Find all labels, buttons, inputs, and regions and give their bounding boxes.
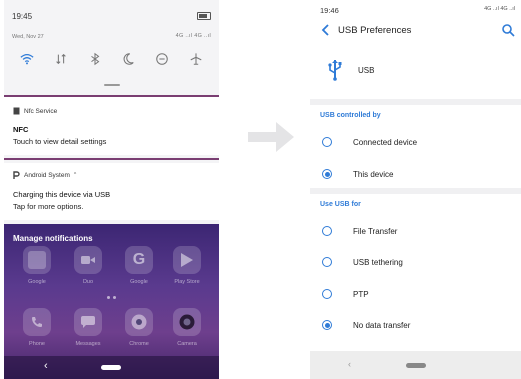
nfc-notification[interactable]: Nfc Service NFC Touch to view detail set… <box>4 97 219 155</box>
navigation-bar: ‹ <box>310 351 521 379</box>
section-header-use: Use USB for <box>320 201 361 208</box>
usb-label: USB <box>358 66 375 75</box>
divider <box>310 188 521 194</box>
notification-app-row: Android System ^ <box>13 171 76 179</box>
play-store-icon <box>173 246 201 274</box>
sim-icon <box>13 107 20 115</box>
android-system-icon <box>13 171 20 179</box>
radio-button[interactable] <box>322 289 332 299</box>
back-button[interactable]: ‹ <box>348 359 351 369</box>
status-time: 19:46 <box>320 6 339 15</box>
search-icon[interactable] <box>501 23 515 37</box>
radio-button-selected[interactable] <box>322 320 332 330</box>
right-phone-screen: 19:46 4G ..ıl 4G ..ıl USB Preferences US… <box>310 0 521 379</box>
app-label: Play Store <box>174 279 200 285</box>
option-label: File Transfer <box>353 226 398 236</box>
expand-icon[interactable]: ^ <box>74 172 76 178</box>
signal-indicator: 4G ..ıl 4G ..ıl <box>484 6 515 12</box>
back-arrow-icon[interactable] <box>320 23 332 37</box>
app-phone[interactable]: Phone <box>18 308 56 347</box>
home-pill[interactable] <box>101 365 121 370</box>
signal-indicator: 4G ..ıl 4G ..ıl <box>175 33 211 39</box>
app-camera[interactable]: Camera <box>168 308 206 347</box>
page-title: USB Preferences <box>338 25 412 36</box>
google-icon: G <box>125 246 153 274</box>
status-time: 19:45 <box>12 12 33 21</box>
transition-arrow-icon <box>248 122 294 152</box>
dnd-icon[interactable] <box>155 52 169 66</box>
option-label: Connected device <box>353 137 418 147</box>
camera-icon <box>173 308 201 336</box>
chrome-icon <box>125 308 153 336</box>
option-label: PTP <box>353 289 369 299</box>
drag-handle[interactable] <box>104 84 120 86</box>
wifi-icon[interactable] <box>20 52 34 66</box>
option-connected-device[interactable]: Connected device <box>310 130 521 154</box>
radio-button[interactable] <box>322 257 332 267</box>
divider <box>310 99 521 105</box>
option-ptp[interactable]: PTP <box>310 282 521 306</box>
notification-title: Charging this device via USB <box>13 190 111 199</box>
back-button[interactable]: ‹ <box>44 360 48 372</box>
app-duo[interactable]: Duo <box>69 246 107 285</box>
radio-button[interactable] <box>322 137 332 147</box>
notification-text: Touch to view detail settings <box>13 137 107 146</box>
quick-settings-row <box>10 48 213 70</box>
option-label: USB tethering <box>353 257 403 267</box>
option-no-data-transfer[interactable]: No data transfer <box>310 313 521 337</box>
usb-charging-notification[interactable]: Android System ^ Charging this device vi… <box>4 163 219 220</box>
app-label: Camera <box>177 341 197 347</box>
battery-icon <box>197 12 211 20</box>
app-messages[interactable]: Messages <box>69 308 107 347</box>
notification-app-name: Android System <box>24 171 70 179</box>
app-label: Google <box>130 279 148 285</box>
navigation-bar: ‹ <box>4 356 219 379</box>
usb-icon <box>328 60 342 81</box>
airplane-icon[interactable] <box>189 52 203 66</box>
data-icon[interactable] <box>54 52 68 66</box>
option-label: No data transfer <box>353 320 411 330</box>
app-label: Phone <box>29 341 45 347</box>
notification-text: Tap for more options. <box>13 202 84 211</box>
moon-icon[interactable] <box>121 52 135 66</box>
phone-icon <box>23 308 51 336</box>
radio-button[interactable] <box>322 226 332 236</box>
notification-app-name: Nfc Service <box>24 107 58 115</box>
notification-title: NFC <box>13 125 29 134</box>
page-indicator <box>107 296 116 299</box>
app-label: Google <box>28 279 46 285</box>
status-date: Wed, Nov 27 <box>12 34 44 40</box>
bluetooth-icon[interactable] <box>88 52 102 66</box>
option-file-transfer[interactable]: File Transfer <box>310 219 521 243</box>
app-chrome[interactable]: Chrome <box>120 308 158 347</box>
divider <box>4 158 219 160</box>
app-label: Messages <box>75 341 101 347</box>
option-label: This device <box>353 169 394 179</box>
option-usb-tethering[interactable]: USB tethering <box>310 250 521 274</box>
app-google-folder[interactable]: Google <box>18 246 56 285</box>
notification-app-row: Nfc Service <box>13 107 57 115</box>
duo-icon <box>74 246 102 274</box>
google-folder-icon <box>23 246 51 274</box>
section-header-controlled: USB controlled by <box>320 112 381 119</box>
home-pill[interactable] <box>406 363 426 368</box>
app-label: Chrome <box>129 341 149 347</box>
left-phone-screen: 19:45 Wed, Nov 27 4G ..ıl 4G ..ıl Nfc Se… <box>4 0 219 379</box>
app-label: Duo <box>82 279 94 285</box>
app-play-store[interactable]: Play Store <box>168 246 206 285</box>
messages-icon <box>74 308 102 336</box>
radio-button-selected[interactable] <box>322 169 332 179</box>
manage-notifications-button[interactable]: Manage notifications <box>13 234 93 243</box>
option-this-device[interactable]: This device <box>310 162 521 186</box>
app-google[interactable]: G Google <box>120 246 158 285</box>
